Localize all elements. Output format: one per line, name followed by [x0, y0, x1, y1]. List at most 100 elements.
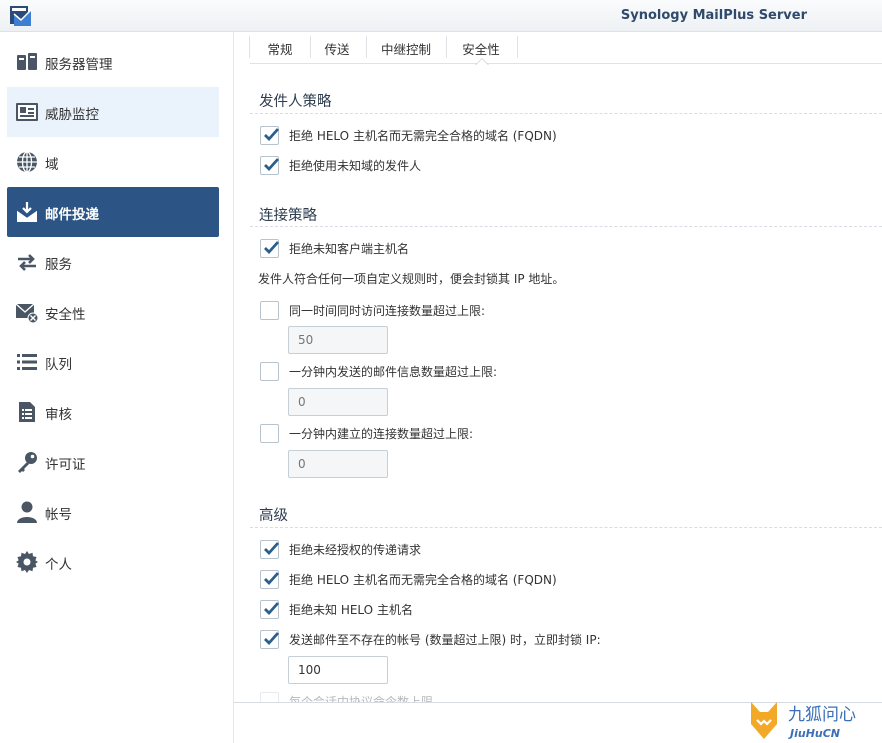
connections-per-minute-option[interactable]: 一分钟内建立的连接数量超过上限:	[260, 422, 473, 444]
sidebar-item-label: 审核	[45, 407, 72, 423]
sidebar-item-threat-monitor[interactable]: 威胁监控	[7, 87, 219, 137]
gear-icon	[16, 551, 38, 573]
app-title: Synology MailPlus Server	[620, 8, 807, 23]
connection-rules-note: 发件人符合任何一项自定义规则时，便会封锁其 IP 地址。	[258, 272, 565, 286]
sidebar-item-account[interactable]: 帐号	[7, 487, 219, 537]
watermark-text: 九狐问心	[788, 705, 856, 725]
sender-policy-title: 发件人策略	[259, 94, 332, 110]
block-ip-nonexistent-account-option[interactable]: 发送邮件至不存在的帐号 (数量超过上限) 时，立即封锁 IP:	[260, 628, 601, 650]
sender-reject-unknown-domain-checkbox[interactable]	[260, 155, 280, 175]
option-label: 拒绝 HELO 主机名而无需完全合格的域名 (FQDN)	[289, 128, 557, 143]
sidebar-item-queue[interactable]: 队列	[7, 337, 219, 387]
tab-separator	[310, 36, 311, 58]
tab-relay-control[interactable]: 中继控制	[370, 32, 442, 60]
exchange-arrows-icon	[18, 254, 36, 271]
sender-reject-helo-fqdn-option[interactable]: 拒绝 HELO 主机名而无需完全合格的域名 (FQDN)	[260, 124, 557, 146]
option-label: 发送邮件至不存在的帐号 (数量超过上限) 时，立即封锁 IP:	[289, 632, 601, 647]
checkmark-icon	[264, 541, 280, 555]
tab-general[interactable]: 常规	[256, 32, 304, 60]
audit-document-icon	[19, 402, 35, 422]
tab-separator	[249, 36, 250, 58]
reject-unknown-helo-option[interactable]: 拒绝未知 HELO 主机名	[260, 598, 413, 620]
checkmark-icon	[264, 127, 280, 141]
connections-per-minute-checkbox[interactable]	[260, 423, 279, 443]
option-label: 拒绝 HELO 主机名而无需完全合格的域名 (FQDN)	[289, 572, 557, 587]
title-bar: Synology MailPlus Server	[0, 0, 882, 32]
tab-separator	[446, 36, 447, 58]
tab-separator	[366, 36, 367, 58]
option-label: 拒绝未知客户端主机名	[289, 241, 410, 256]
connections-per-minute-input[interactable]: 0	[288, 450, 388, 478]
option-label: 一分钟内发送的邮件信息数量超过上限:	[289, 364, 498, 379]
reject-unauthorized-pipelining-checkbox[interactable]	[260, 539, 280, 559]
checkmark-icon	[264, 571, 280, 585]
sidebar-item-label: 许可证	[45, 457, 86, 473]
option-label: 一分钟内建立的连接数量超过上限:	[289, 426, 474, 441]
user-icon	[17, 501, 37, 523]
concurrent-connections-checkbox[interactable]	[260, 300, 279, 320]
messages-per-minute-option[interactable]: 一分钟内发送的邮件信息数量超过上限:	[260, 360, 497, 382]
key-icon	[18, 452, 37, 473]
option-label: 拒绝未知 HELO 主机名	[289, 602, 413, 617]
connection-policy-title: 连接策略	[259, 208, 317, 224]
sidebar-item-label: 服务	[45, 257, 72, 273]
reject-unknown-client-checkbox[interactable]	[260, 238, 280, 258]
sidebar-item-audit[interactable]: 审核	[7, 387, 219, 437]
advanced-reject-helo-fqdn-option[interactable]: 拒绝 HELO 主机名而无需完全合格的域名 (FQDN)	[260, 568, 557, 590]
sidebar-item-label: 域	[45, 157, 59, 173]
sidebar-item-label: 个人	[45, 557, 72, 573]
sidebar-item-mail-delivery[interactable]: 邮件投递	[7, 187, 219, 237]
max-commands-per-session-option[interactable]: 每个会话中协议命令数上限	[260, 690, 433, 702]
sidebar-item-security[interactable]: 安全性	[7, 287, 219, 337]
reject-unknown-helo-checkbox[interactable]	[260, 599, 280, 619]
concurrent-connections-input[interactable]: 50	[288, 326, 388, 354]
sidebar-item-label: 安全性	[45, 307, 86, 323]
checkmark-icon	[264, 240, 280, 254]
tab-security[interactable]: 安全性	[450, 32, 512, 60]
max-commands-per-session-checkbox[interactable]	[260, 691, 279, 702]
sidebar: 服务器管理 威胁监控 域 邮件投递 服务 安全性 队列 审核 许可证 帐号 个人	[0, 32, 234, 743]
reject-unauthorized-pipelining-option[interactable]: 拒绝未经授权的传递请求	[260, 538, 421, 560]
checkmark-icon	[264, 601, 280, 615]
section-divider	[250, 527, 882, 528]
watermark-logo: 九狐问心 JiuHuCN	[751, 702, 856, 740]
reject-unknown-client-option[interactable]: 拒绝未知客户端主机名	[260, 237, 409, 259]
tab-bar: 常规 传送 中继控制 安全性	[249, 32, 882, 64]
sender-reject-helo-fqdn-checkbox[interactable]	[260, 125, 280, 145]
tab-transfer[interactable]: 传送	[313, 32, 361, 60]
sender-reject-unknown-domain-option[interactable]: 拒绝使用未知域的发件人	[260, 154, 421, 176]
advanced-reject-helo-fqdn-checkbox[interactable]	[260, 569, 280, 589]
option-label: 拒绝未经授权的传递请求	[289, 542, 422, 557]
option-label: 同一时间同时访问连接数量超过上限:	[289, 303, 486, 318]
section-divider	[250, 113, 882, 114]
globe-icon	[17, 151, 37, 173]
sidebar-item-domain[interactable]: 域	[7, 137, 219, 187]
sidebar-item-label: 队列	[45, 357, 72, 373]
advanced-title: 高级	[259, 508, 288, 524]
concurrent-connections-option[interactable]: 同一时间同时访问连接数量超过上限:	[260, 299, 485, 321]
mail-security-icon	[15, 303, 39, 324]
block-ip-nonexistent-account-checkbox[interactable]	[260, 629, 280, 649]
mail-delivery-icon	[16, 202, 38, 222]
sidebar-item-label: 邮件投递	[45, 207, 99, 223]
list-icon	[17, 354, 37, 370]
threat-monitor-icon	[16, 103, 38, 121]
checkmark-icon	[264, 631, 280, 645]
watermark-subtext: JiuHuCN	[788, 727, 840, 740]
sidebar-item-license[interactable]: 许可证	[7, 437, 219, 487]
messages-per-minute-checkbox[interactable]	[260, 361, 279, 381]
option-label: 每个会话中协议命令数上限	[289, 694, 434, 703]
mailplus-app-icon	[10, 6, 32, 26]
sidebar-item-label: 服务器管理	[45, 57, 113, 73]
sidebar-item-label: 威胁监控	[45, 107, 99, 123]
option-label: 拒绝使用未知域的发件人	[289, 158, 422, 173]
sidebar-item-service[interactable]: 服务	[7, 237, 219, 287]
sidebar-item-personal[interactable]: 个人	[7, 537, 219, 587]
security-settings-panel: 发件人策略 拒绝 HELO 主机名而无需完全合格的域名 (FQDN) 拒绝使用未…	[250, 64, 882, 702]
tab-separator	[517, 36, 518, 58]
server-management-icon	[17, 53, 37, 70]
section-divider	[250, 226, 882, 227]
sidebar-item-server-management[interactable]: 服务器管理	[7, 37, 219, 87]
block-ip-threshold-input[interactable]: 100	[288, 656, 388, 684]
messages-per-minute-input[interactable]: 0	[288, 388, 388, 416]
